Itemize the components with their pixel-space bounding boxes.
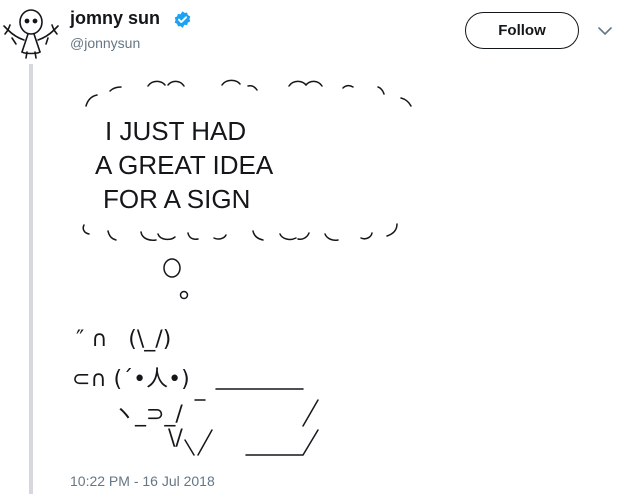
speech-line-3: FOR A SIGN [103, 184, 251, 214]
bunny-paws: ヽ_⊃_/ [113, 402, 183, 427]
sign-bottom: \/ [168, 426, 183, 451]
speech-line-1: I JUST HAD [105, 116, 247, 146]
bunny-face: ⊂∩ (´•人•) [72, 367, 190, 392]
tweet-timestamp[interactable]: 10:22 PM - 16 Jul 2018 [70, 473, 215, 489]
thought-bubble-art [82, 79, 412, 456]
speech-line-2: A GREAT IDEA [95, 150, 274, 180]
bunny-ears: ″ ∩ (\_/) [76, 327, 172, 352]
